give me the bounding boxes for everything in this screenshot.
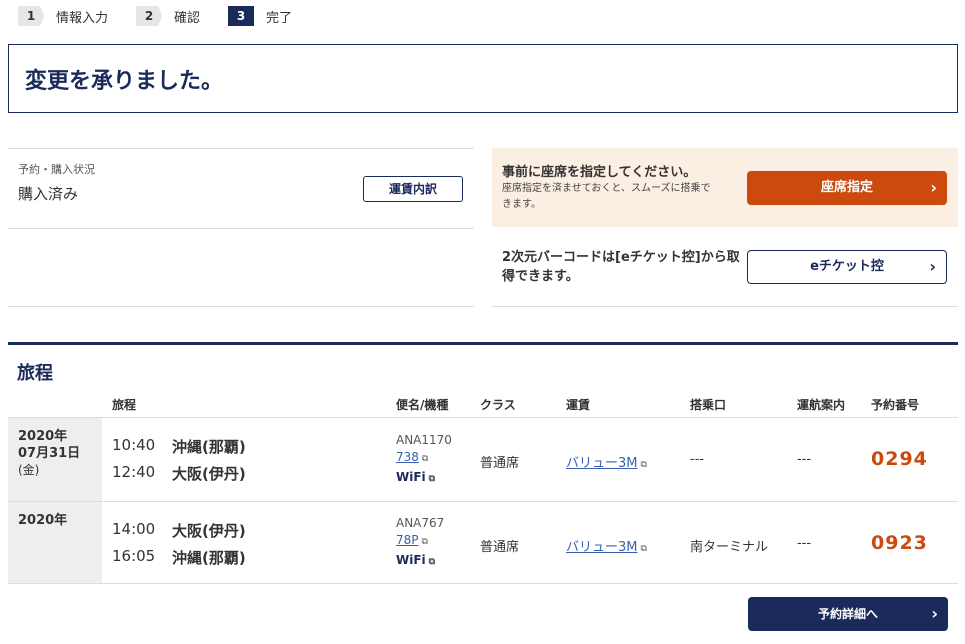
aircraft-cell: 78P ⧉ (396, 533, 428, 547)
wifi-icon[interactable]: WiFi (396, 470, 426, 484)
new-window-icon: ⧉ (640, 544, 647, 554)
chevron-right-icon: › (930, 178, 937, 197)
header-gate: 搭乗口 (690, 398, 727, 412)
seat-select-label: 座席指定 (820, 180, 873, 195)
flight-number: ANA767 (396, 516, 445, 530)
divider (8, 228, 474, 229)
header-flight: 便名/機種 (396, 398, 449, 412)
dep-place: 沖縄(那覇) (172, 438, 246, 456)
chevron-right-icon: › (931, 604, 938, 623)
chevron-right-icon: › (929, 257, 936, 276)
aircraft-cell: 738 ⧉ (396, 450, 428, 464)
detail-button-label: 予約詳細へ (817, 607, 878, 621)
status-value: 購入済み (18, 185, 79, 203)
status-panel: 予約・購入状況 購入済み 運賃内訳 (8, 148, 474, 307)
aircraft-link[interactable]: 738 (396, 450, 419, 464)
reservation-detail-button[interactable]: 予約詳細へ › (748, 597, 948, 631)
dep-place: 大阪(伊丹) (172, 522, 246, 540)
new-window-icon: ⧉ (428, 474, 436, 484)
class-cell: 普通席 (480, 540, 520, 555)
arr-time: 16:05 (112, 547, 156, 565)
table-row: 2020年 14:00 大阪(伊丹) 16:05 沖縄(那覇) ANA767 7… (8, 501, 958, 584)
seat-description: 座席指定を済ませておくと、スムーズに搭乗できます。 (502, 183, 711, 210)
reservation-number: 0923 (871, 532, 928, 554)
date-md: 07月31日 (18, 446, 81, 461)
eticket-text: 2次元バーコードは[eチケット控]から取得できます。 (502, 250, 740, 284)
seat-title: 事前に座席を指定してください。 (502, 165, 697, 180)
gate-cell: 南ターミナル (690, 540, 769, 555)
step-number: 2 (136, 6, 163, 26)
wifi-cell: WiFi ⧉ (396, 470, 435, 484)
step-2: 2 確認 (136, 6, 200, 26)
dep-time: 14:00 (112, 520, 156, 538)
dep-time: 10:40 (112, 436, 156, 454)
progress-steps: 1 情報入力 2 確認 3 完了 (18, 6, 320, 26)
fare-link[interactable]: バリュー3M (566, 540, 638, 555)
date-dow: (金) (18, 463, 40, 477)
itinerary-title: 旅程 (17, 363, 53, 384)
fare-cell: バリュー3M ⧉ (566, 536, 647, 555)
header-class: クラス (480, 398, 516, 412)
status-label: 予約・購入状況 (18, 163, 95, 176)
header-resno: 予約番号 (871, 398, 920, 412)
new-window-icon: ⧉ (421, 454, 429, 464)
fare-breakdown-button[interactable]: 運賃内訳 (363, 176, 463, 202)
gate-cell: --- (690, 452, 705, 467)
fare-cell: バリュー3M ⧉ (566, 452, 647, 471)
info-cell: --- (797, 452, 812, 467)
step-3: 3 完了 (228, 6, 292, 26)
class-cell: 普通席 (480, 456, 520, 471)
eticket-label: eチケット控 (810, 259, 884, 274)
arr-time: 12:40 (112, 463, 156, 481)
step-label: 情報入力 (56, 10, 109, 26)
info-cell: --- (797, 536, 812, 551)
step-1: 1 情報入力 (18, 6, 108, 26)
new-window-icon: ⧉ (428, 557, 436, 567)
header-info: 運航案内 (797, 398, 846, 412)
flight-number: ANA1170 (396, 433, 452, 447)
wifi-cell: WiFi ⧉ (396, 553, 435, 567)
itinerary-section: 旅程 旅程 便名/機種 クラス 運賃 搭乗口 運航案内 予約番号 2020年 0… (8, 342, 958, 584)
aircraft-link[interactable]: 78P (396, 533, 419, 547)
date-cell: 2020年 07月31日 (金) (8, 418, 102, 501)
seat-select-button[interactable]: 座席指定 › (747, 171, 947, 205)
step-label: 確認 (174, 10, 201, 26)
seat-panel: 事前に座席を指定してください。 座席指定を済ませておくと、スムーズに搭乗できます… (492, 148, 958, 227)
date-year: 2020年 (18, 429, 68, 444)
header-route: 旅程 (112, 398, 137, 412)
header-fare: 運賃 (566, 398, 591, 412)
arr-place: 沖縄(那覇) (172, 549, 246, 567)
wifi-icon[interactable]: WiFi (396, 553, 426, 567)
new-window-icon: ⧉ (421, 537, 428, 547)
new-window-icon: ⧉ (640, 460, 647, 470)
eticket-button[interactable]: eチケット控 › (747, 250, 947, 284)
confirmation-box: 変更を承りました。 (8, 44, 958, 113)
fare-link[interactable]: バリュー3M (566, 456, 638, 471)
step-label: 完了 (266, 10, 293, 26)
step-number: 1 (18, 6, 44, 26)
date-year: 2020年 (18, 513, 68, 528)
table-row: 2020年 07月31日 (金) 10:40 沖縄(那覇) 12:40 大阪(伊… (8, 417, 958, 501)
eticket-panel: 2次元バーコードは[eチケット控]から取得できます。 eチケット控 › (492, 228, 958, 307)
step-number: 3 (228, 6, 255, 26)
page-title: 変更を承りました。 (25, 68, 224, 94)
date-cell: 2020年 (8, 502, 102, 583)
arr-place: 大阪(伊丹) (172, 465, 246, 483)
reservation-number: 0294 (871, 448, 928, 470)
